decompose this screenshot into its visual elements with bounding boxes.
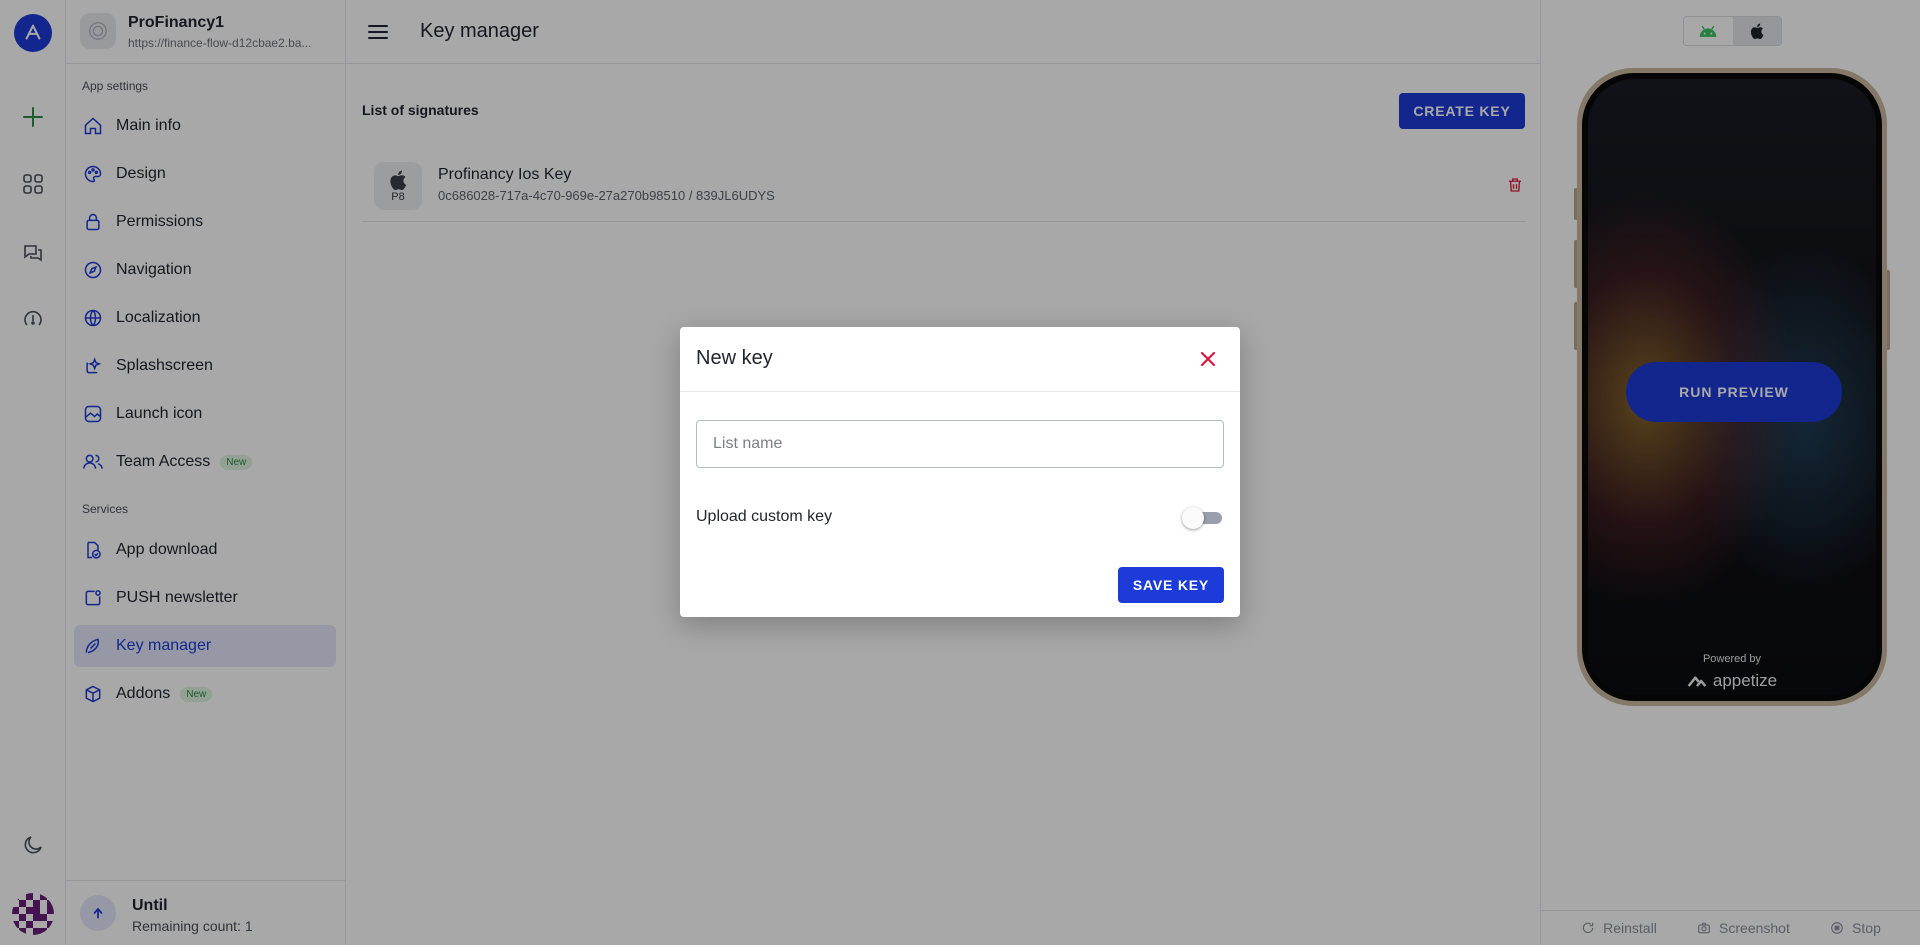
close-icon[interactable] (1196, 347, 1220, 371)
save-key-button[interactable]: SAVE KEY (1118, 567, 1224, 603)
list-name-input[interactable] (696, 420, 1224, 468)
dialog-title: New key (696, 347, 773, 369)
new-key-dialog: New key Upload custom key SAVE KEY (680, 327, 1240, 617)
upload-custom-key-toggle[interactable] (1182, 507, 1222, 529)
dialog-divider (680, 391, 1240, 392)
upload-custom-key-label: Upload custom key (696, 508, 833, 525)
